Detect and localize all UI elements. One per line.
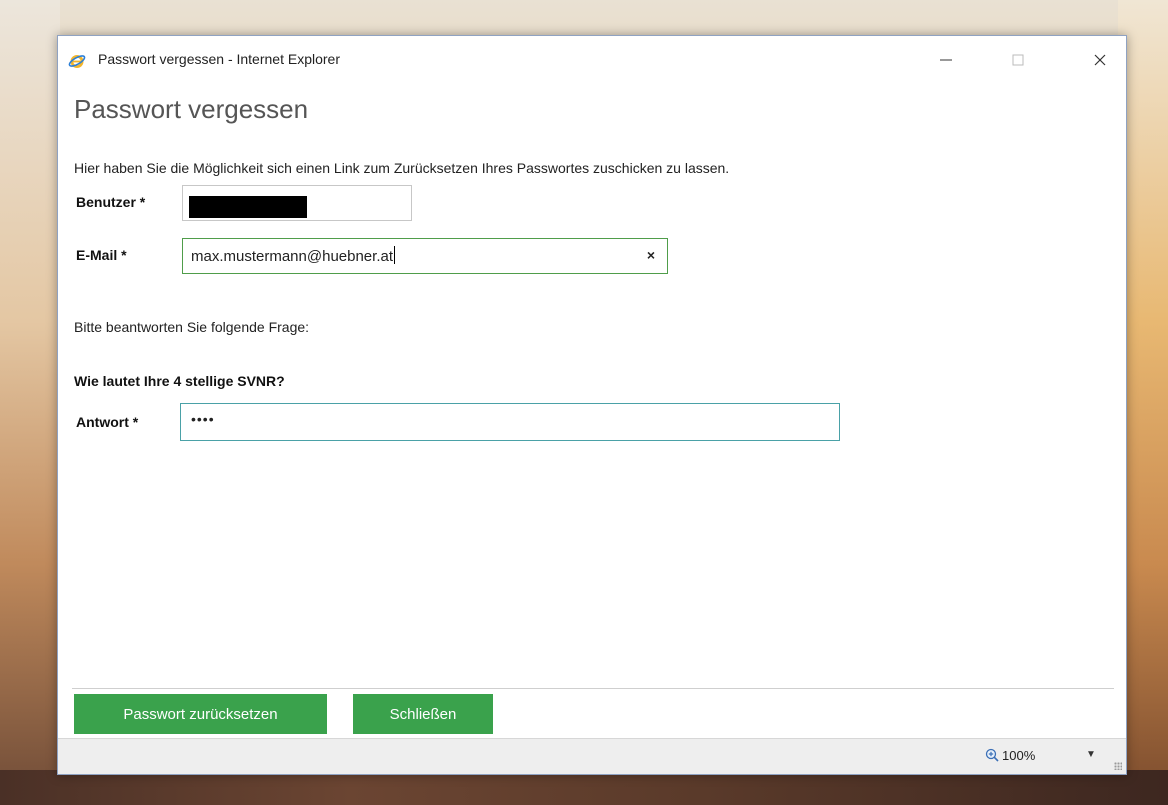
redacted-username	[189, 196, 307, 218]
zoom-dropdown-icon[interactable]: ▼	[1086, 749, 1096, 760]
page-title: Passwort vergessen	[74, 94, 309, 124]
intro-text: Hier haben Sie die Möglichkeit sich eine…	[74, 160, 730, 176]
zoom-level[interactable]: 100%	[1002, 748, 1035, 763]
user-input[interactable]	[182, 185, 412, 221]
minimize-button[interactable]	[924, 44, 968, 76]
question-hint: Bitte beantworten Sie folgende Frage:	[74, 319, 310, 335]
maximize-button[interactable]	[996, 44, 1040, 76]
close-icon	[1094, 54, 1106, 66]
maximize-icon	[1012, 54, 1024, 66]
clear-email-button[interactable]: ×	[647, 247, 655, 263]
email-label: E-Mail *	[76, 247, 127, 263]
footer-divider	[72, 688, 1114, 689]
desktop-background-bottom	[0, 770, 1168, 805]
status-bar: 100% ▼	[58, 738, 1126, 774]
email-value: max.mustermann@huebner.at	[191, 248, 393, 265]
security-question: Wie lautet Ihre 4 stellige SVNR?	[74, 373, 285, 389]
text-caret	[394, 246, 395, 264]
resize-grip[interactable]	[1114, 762, 1122, 770]
email-input[interactable]: max.mustermann@huebner.at ×	[182, 238, 668, 274]
reset-password-button[interactable]: Passwort zurücksetzen	[74, 694, 327, 734]
close-button[interactable]: Schließen	[353, 694, 493, 734]
minimize-icon	[940, 59, 952, 61]
internet-explorer-icon	[68, 52, 86, 70]
answer-input[interactable]: ••••	[180, 403, 840, 441]
window-title: Passwort vergessen - Internet Explorer	[98, 51, 340, 67]
zoom-icon[interactable]	[985, 748, 999, 762]
close-window-button[interactable]	[1078, 44, 1122, 76]
browser-window: Passwort vergessen - Internet Explorer P…	[57, 35, 1127, 775]
user-label: Benutzer *	[76, 194, 146, 210]
answer-label: Antwort *	[76, 414, 139, 430]
desktop-background-left	[0, 0, 60, 805]
title-bar[interactable]: Passwort vergessen - Internet Explorer	[58, 36, 1126, 82]
